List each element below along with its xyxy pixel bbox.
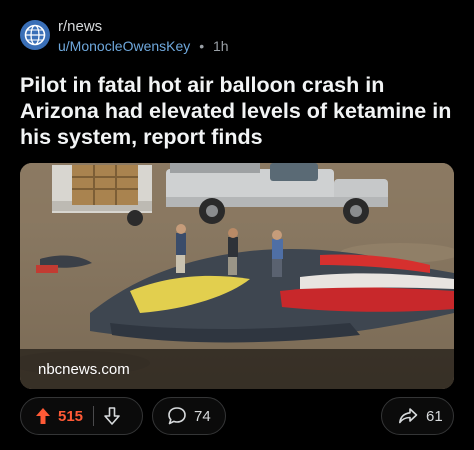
link-domain: nbcnews.com (38, 360, 130, 378)
comments-button[interactable]: 74 (152, 397, 226, 435)
globe-icon (24, 24, 46, 46)
comment-count: 74 (194, 407, 211, 425)
upvote-button[interactable] (35, 407, 51, 425)
meta-separator: • (199, 38, 205, 54)
share-count: 61 (426, 407, 443, 425)
vote-divider (93, 406, 95, 426)
upvote-arrow-icon (36, 408, 50, 424)
vote-score: 515 (58, 407, 84, 425)
author-link[interactable]: u/MonocleOwensKey (58, 38, 190, 54)
share-arrow-icon (399, 408, 418, 424)
share-button[interactable]: 61 (381, 397, 454, 435)
downvote-arrow-icon (104, 407, 120, 425)
link-domain-bar[interactable]: nbcnews.com (20, 349, 454, 389)
post-actions: 515 74 61 (20, 397, 454, 435)
comment-bubble-icon (168, 407, 186, 425)
downvote-button[interactable] (104, 407, 120, 425)
post-meta: u/MonocleOwensKey • 1h (58, 38, 229, 54)
post-link-preview[interactable]: nbcnews.com (20, 163, 454, 389)
post-header: r/news u/MonocleOwensKey • 1h (20, 18, 460, 58)
post-age: 1h (212, 38, 229, 54)
post-title[interactable]: Pilot in fatal hot air balloon crash in … (20, 72, 460, 150)
vote-bar: 515 (20, 397, 143, 435)
subreddit-name[interactable]: r/news (58, 18, 102, 35)
subreddit-avatar[interactable] (20, 20, 50, 50)
